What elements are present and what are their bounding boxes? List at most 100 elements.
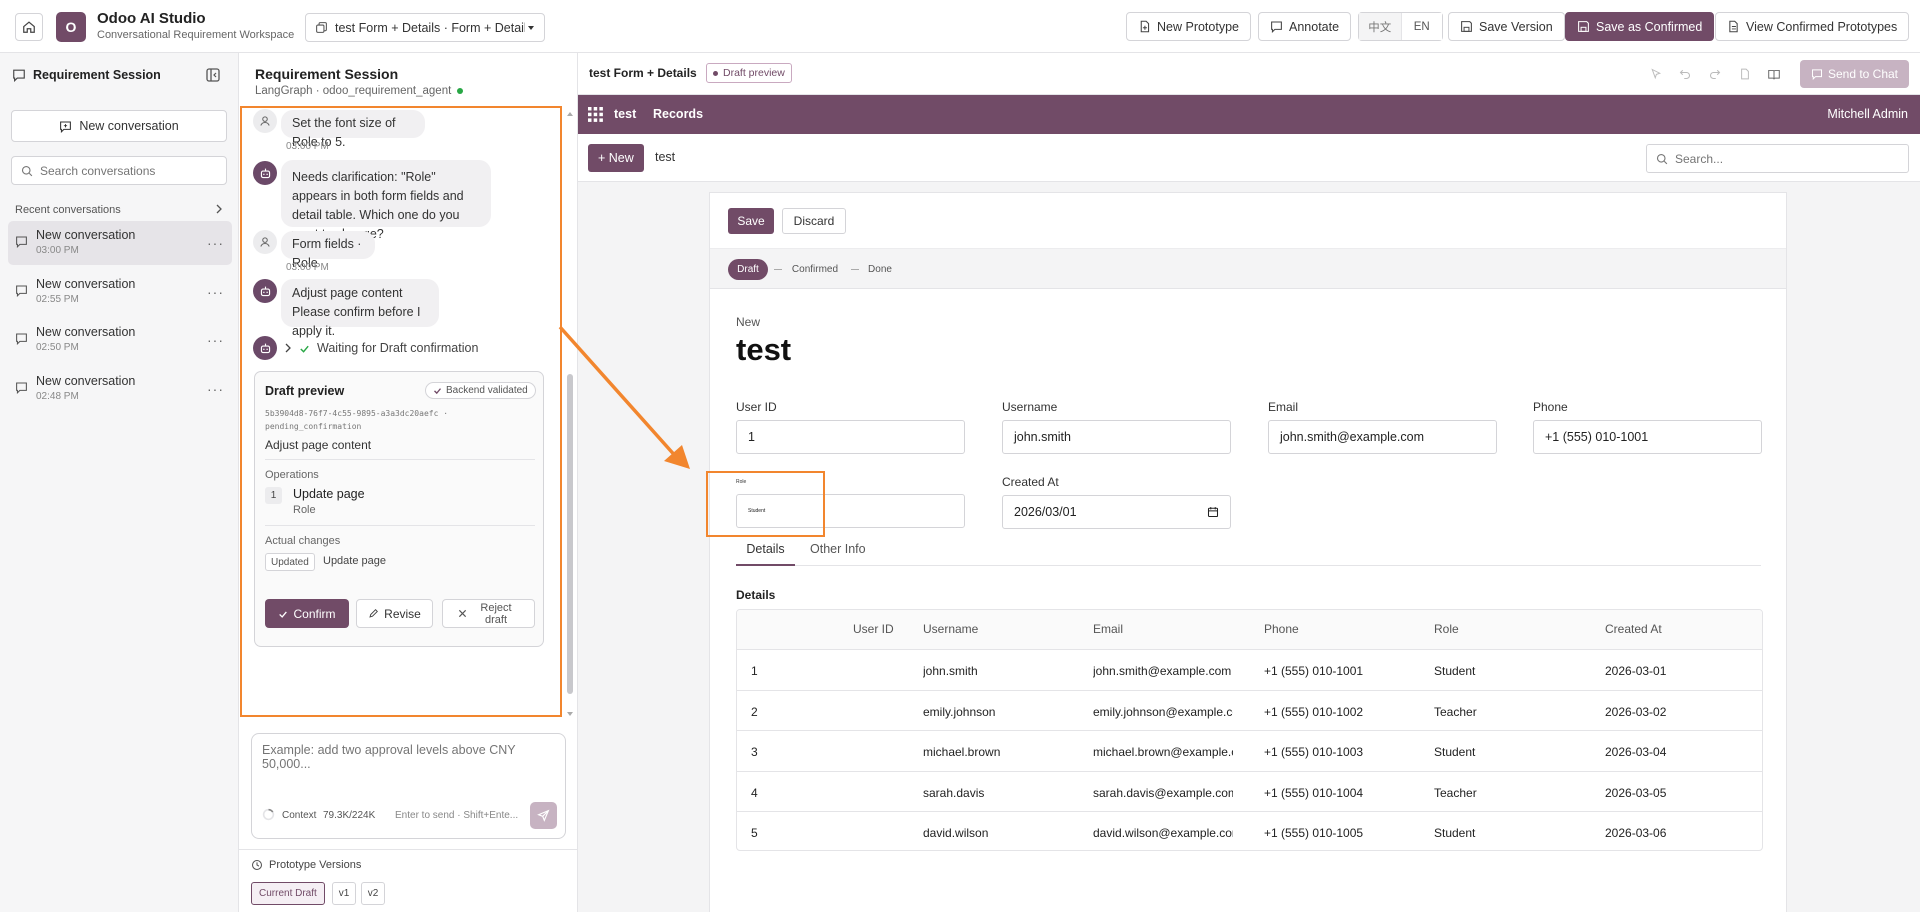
version-current-draft[interactable]: Current Draft (251, 882, 325, 905)
language-switch: 中文 EN (1358, 12, 1443, 41)
conversation-item[interactable]: New conversation 02:55 PM ··· (8, 270, 232, 314)
lang-zh-button[interactable]: 中文 (1359, 13, 1401, 40)
user-avatar (253, 109, 277, 133)
table-cell: david.wilson (923, 826, 989, 840)
phone-label: Phone (1533, 400, 1568, 414)
table-cell: +1 (555) 010-1002 (1264, 704, 1364, 719)
bot-message: Adjust page content Please confirm befor… (281, 279, 439, 338)
table-row[interactable]: 1 john.smith john.smith@example.com +1 (555… (737, 649, 1762, 689)
new-conversation-button[interactable]: New conversation (11, 110, 227, 142)
book-open-icon[interactable] (1767, 68, 1781, 81)
view-confirmed-button[interactable]: View Confirmed Prototypes (1715, 12, 1910, 41)
odoo-search (1646, 144, 1909, 173)
new-record-button[interactable]: + New (588, 144, 644, 172)
col-username[interactable]: Username (923, 622, 978, 636)
status-row[interactable]: Waiting for Draft confirmation (284, 341, 478, 355)
recent-conversations-header[interactable]: Recent conversations (15, 201, 225, 217)
draft-id: 5b3904d8-76f7-4c55-9895-a3a3dc20aefc · (265, 409, 449, 418)
user-menu[interactable]: Mitchell Admin (1827, 107, 1908, 121)
version-v2[interactable]: v2 (361, 882, 385, 905)
bot-avatar (253, 336, 277, 360)
search-conversations (11, 156, 227, 185)
col-phone[interactable]: Phone (1264, 622, 1299, 636)
stage-confirmed[interactable]: Confirmed (785, 259, 845, 280)
table-cell: 4 (751, 785, 758, 800)
table-row[interactable]: 2 emily.johnson emily.johnson@example.com +… (737, 689, 1762, 730)
tab-other-info[interactable]: Other Info (810, 536, 866, 566)
pointer-icon[interactable] (1650, 68, 1662, 80)
operation-target: Role (293, 504, 316, 516)
more-icon[interactable]: ··· (207, 284, 224, 300)
odoo-app-name[interactable]: test (614, 107, 636, 121)
more-icon[interactable]: ··· (207, 235, 224, 251)
user-message: Set the font size of Role to 5. (281, 110, 425, 149)
save-as-confirmed-button[interactable]: Save as Confirmed (1565, 12, 1715, 41)
send-button[interactable] (530, 802, 557, 829)
table-row[interactable]: 4 sarah.davis sarah.davis@example.com +1 (5… (737, 770, 1762, 811)
bot-message-line: Please confirm before I apply it. (292, 305, 421, 338)
conversation-item[interactable]: New conversation 02:50 PM ··· (8, 318, 232, 362)
email-label: Email (1268, 400, 1299, 414)
menu-records[interactable]: Records (653, 107, 703, 121)
app-name: Odoo AI Studio (97, 10, 206, 27)
message-list[interactable]: Set the font size of Role to 5. 03:00 PM… (240, 106, 562, 717)
revise-button[interactable]: Revise (356, 599, 433, 628)
reject-draft-button[interactable]: Reject draft (442, 599, 535, 628)
col-user-id[interactable]: User ID (853, 622, 894, 636)
search-conversations-input[interactable] (40, 161, 220, 181)
operations-label: Operations (265, 469, 319, 481)
bot-icon (260, 343, 270, 353)
annotate-button[interactable]: Annotate (1258, 12, 1352, 41)
created-at-input[interactable]: 2026/03/01 (1002, 495, 1231, 529)
conversation-item[interactable]: New conversation 02:48 PM ··· (8, 367, 232, 411)
table-cell: Student (1434, 664, 1476, 678)
col-created-at[interactable]: Created At (1605, 622, 1662, 636)
top-bar: O Odoo AI Studio Conversational Requirem… (0, 0, 1920, 53)
bot-icon (260, 168, 270, 178)
conversation-title: New conversation (36, 228, 136, 242)
table-row[interactable]: 3 michael.brown michael.brown@example.com +… (737, 730, 1762, 770)
user-id-input[interactable]: 1 (736, 420, 965, 454)
version-v1[interactable]: v1 (332, 882, 356, 905)
discard-button[interactable]: Discard (782, 208, 846, 234)
collapse-sidebar-button[interactable] (205, 67, 221, 83)
send-to-chat-button[interactable]: Send to Chat (1800, 60, 1909, 88)
undo-icon[interactable] (1679, 68, 1691, 80)
save-version-button[interactable]: Save Version (1448, 12, 1565, 41)
username-input[interactable]: john.smith (1002, 420, 1231, 454)
app-grid-icon[interactable] (588, 107, 603, 122)
email-input[interactable]: john.smith@example.com (1268, 420, 1497, 454)
tab-details[interactable]: Details (736, 536, 795, 566)
calendar-icon[interactable] (1207, 506, 1219, 518)
more-icon[interactable]: ··· (207, 381, 224, 397)
new-prototype-button[interactable]: New Prototype (1126, 12, 1251, 41)
stage-done[interactable]: Done (862, 259, 898, 280)
conversation-title: New conversation (36, 374, 136, 388)
redo-icon[interactable] (1709, 68, 1721, 80)
col-email[interactable]: Email (1093, 622, 1123, 636)
lang-en-button[interactable]: EN (1400, 13, 1442, 40)
preview-title: test Form + Details (589, 66, 697, 80)
conversation-item[interactable]: New conversation 03:00 PM ··· (8, 221, 232, 265)
scroll-up-icon (567, 112, 573, 116)
table-cell: 3 (751, 745, 758, 759)
badge-dot (713, 70, 718, 76)
phone-input[interactable]: +1 (555) 010-1001 (1533, 420, 1762, 454)
message-square-icon (16, 285, 27, 297)
more-icon[interactable]: ··· (207, 332, 224, 348)
operation-index: 1 (265, 487, 282, 504)
confirm-button[interactable]: Confirm (265, 599, 349, 628)
home-button[interactable] (15, 13, 43, 41)
col-role[interactable]: Role (1434, 622, 1459, 636)
document-icon[interactable] (1739, 68, 1751, 80)
chat-input[interactable] (262, 743, 556, 783)
prototype-tab-selector[interactable]: test Form + Details · Form + Details (305, 13, 545, 42)
stage-draft[interactable]: Draft (728, 259, 768, 280)
table-row[interactable]: 5 david.wilson david.wilson@example.com +1 … (737, 811, 1762, 850)
odoo-search-input[interactable] (1675, 149, 1900, 169)
breadcrumb: test (655, 150, 676, 164)
draft-preview-badge: Draft preview (706, 63, 792, 83)
check-icon (300, 345, 309, 353)
details-table: User ID Username Email Phone Role Create… (736, 609, 1763, 851)
save-button[interactable]: Save (728, 208, 774, 234)
